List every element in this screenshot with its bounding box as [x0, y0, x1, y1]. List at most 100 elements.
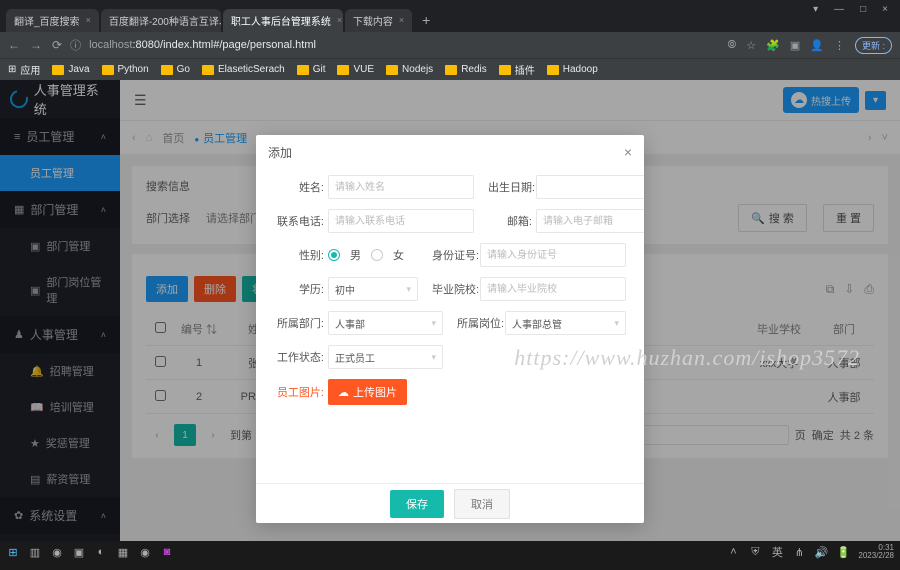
browser-tabs: 翻译_百度搜索× 百度翻译-200种语言互译、海量× 职工人事后台管理系统× 下… — [0, 8, 900, 32]
birth-input[interactable] — [536, 175, 644, 199]
folder-icon — [161, 65, 173, 75]
ime-icon[interactable]: 英 — [770, 545, 784, 559]
update-button[interactable]: 更新 : — [855, 37, 892, 54]
bookmark-folder[interactable]: Redis — [445, 64, 487, 75]
bookmark-folder[interactable]: Git — [297, 64, 326, 75]
name-input[interactable] — [328, 175, 474, 199]
wifi-icon[interactable]: ⋔ — [792, 545, 806, 559]
folder-icon — [499, 65, 511, 75]
close-icon[interactable]: × — [86, 15, 91, 25]
pos-select[interactable]: 人事部总管▾ — [505, 311, 626, 335]
close-icon[interactable]: × — [337, 15, 342, 25]
taskbar: ⊞ ▥ ◉ ▣ ◐ ▦ ◉ ◙ ˄ ⛨ 英 ⋔ 🔊 🔋 0:31 2023/2/… — [0, 541, 900, 563]
battery-icon[interactable]: 🔋 — [836, 545, 850, 559]
chevron-down-icon: ▾ — [431, 352, 436, 363]
chevron-down-icon: ▾ — [431, 318, 436, 329]
pos-label: 所属岗位: — [457, 315, 501, 331]
task-icon[interactable]: ▦ — [116, 545, 130, 559]
reload-icon[interactable]: ⟳ — [52, 38, 62, 52]
phone-input[interactable] — [328, 209, 474, 233]
cancel-button[interactable]: 取消 — [454, 489, 510, 519]
edu-select[interactable]: 初中▾ — [328, 277, 418, 301]
upload-button[interactable]: ☁上传图片 — [328, 379, 407, 405]
photo-label: 员工图片: — [274, 384, 324, 400]
tray-chevron-icon[interactable]: ˄ — [726, 545, 740, 559]
win-min[interactable]: — — [834, 4, 844, 15]
window-titlebar — [0, 0, 900, 8]
bookmark-folder[interactable]: Nodejs — [386, 64, 433, 75]
volume-icon[interactable]: 🔊 — [814, 545, 828, 559]
profile-icon[interactable]: 👤 — [810, 39, 824, 52]
chrome-icon[interactable]: ◉ — [138, 545, 152, 559]
folder-icon — [102, 65, 114, 75]
task-icon[interactable]: ◐ — [94, 545, 108, 559]
task-icon[interactable]: ◉ — [50, 545, 64, 559]
edu-label: 学历: — [274, 281, 324, 297]
status-select[interactable]: 正式员工▾ — [328, 345, 443, 369]
folder-icon — [337, 65, 349, 75]
task-icon[interactable]: ◙ — [160, 545, 174, 559]
folder-icon — [547, 65, 559, 75]
modal-footer: 保存 取消 — [256, 483, 644, 523]
site-info-icon[interactable]: ⓘ — [70, 37, 81, 53]
apps-icon: ⊞ — [8, 64, 16, 75]
browser-tab[interactable]: 下载内容× — [345, 9, 412, 32]
name-label: 姓名: — [274, 179, 324, 195]
menu-icon[interactable]: ⋮ — [834, 39, 845, 52]
bookmark-folder[interactable]: VUE — [337, 64, 374, 75]
school-input[interactable] — [480, 277, 626, 301]
gender-female-radio[interactable] — [371, 249, 383, 261]
folder-icon — [52, 65, 64, 75]
status-label: 工作状态: — [274, 349, 324, 365]
folder-icon — [386, 65, 398, 75]
start-icon[interactable]: ⊞ — [6, 545, 20, 559]
bookmark-folder[interactable]: Python — [102, 64, 149, 75]
browser-tab[interactable]: 百度翻译-200种语言互译、海量× — [101, 9, 221, 32]
win-max[interactable]: □ — [860, 4, 866, 15]
clock[interactable]: 0:31 2023/2/28 — [858, 544, 894, 560]
tray-icon[interactable]: ⛨ — [748, 545, 762, 559]
browser-tab-active[interactable]: 职工人事后台管理系统× — [223, 9, 343, 32]
modal-header: 添加 × — [256, 135, 644, 169]
dept-select[interactable]: 人事部▾ — [328, 311, 443, 335]
close-icon[interactable]: × — [624, 144, 632, 160]
task-icon[interactable]: ▥ — [28, 545, 42, 559]
apps-bookmark[interactable]: ⊞应用 — [8, 62, 40, 77]
bookmark-folder[interactable]: Java — [52, 64, 89, 75]
forward-icon[interactable]: → — [30, 38, 42, 52]
chevron-down-icon: ▾ — [406, 284, 411, 295]
phone-label: 联系电话: — [274, 213, 324, 229]
close-icon[interactable]: × — [399, 15, 404, 25]
modal-title: 添加 — [268, 144, 292, 161]
translate-icon[interactable]: ⦾ — [727, 39, 736, 52]
url-field[interactable]: localhost:8080/index.html#/page/personal… — [89, 39, 719, 51]
new-tab-button[interactable]: + — [414, 12, 438, 28]
dept-label: 所属部门: — [274, 315, 324, 331]
chevron-down-icon: ▾ — [614, 318, 619, 329]
window-controls: ▾ — □ × — [801, 0, 900, 19]
star-icon[interactable]: ☆ — [746, 39, 756, 52]
back-icon[interactable]: ← — [8, 38, 20, 52]
gender-male-radio[interactable] — [328, 249, 340, 261]
folder-icon — [445, 65, 457, 75]
bookmark-folder[interactable]: ElaseticSerach — [202, 64, 285, 75]
bookmark-folder[interactable]: 插件 — [499, 62, 535, 77]
ext-icon[interactable]: ▣ — [790, 39, 800, 52]
bookmark-folder[interactable]: Hadoop — [547, 64, 598, 75]
win-close[interactable]: × — [882, 4, 888, 15]
browser-tab[interactable]: 翻译_百度搜索× — [6, 9, 99, 32]
modal-body: 姓名: 出生日期: 联系电话: 邮箱: 性别: 男 女 身份证号: 学历:初中▾… — [256, 169, 644, 483]
idcard-input[interactable] — [480, 243, 626, 267]
win-restore[interactable]: ▾ — [813, 4, 818, 15]
save-button[interactable]: 保存 — [390, 490, 444, 518]
gender-label: 性别: — [274, 247, 324, 263]
modal-overlay[interactable]: 添加 × 姓名: 出生日期: 联系电话: 邮箱: 性别: 男 女 身份证号: — [0, 80, 900, 541]
email-input[interactable] — [536, 209, 644, 233]
bookmark-folder[interactable]: Go — [161, 64, 190, 75]
ext-icon[interactable]: 🧩 — [766, 39, 780, 52]
address-bar: ← → ⟳ ⓘ localhost:8080/index.html#/page/… — [0, 32, 900, 58]
school-label: 毕业院校: — [432, 281, 476, 297]
idcard-label: 身份证号: — [432, 247, 476, 263]
cloud-upload-icon: ☁ — [338, 386, 349, 399]
task-icon[interactable]: ▣ — [72, 545, 86, 559]
